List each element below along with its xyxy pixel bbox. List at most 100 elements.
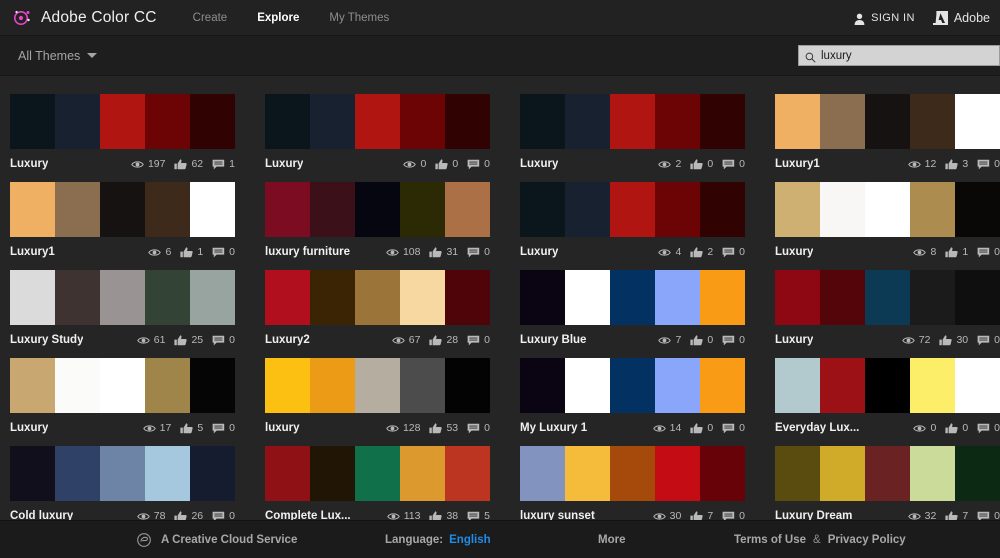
color-swatch[interactable]: [700, 182, 745, 237]
color-swatch[interactable]: [910, 94, 955, 149]
color-swatch[interactable]: [820, 358, 865, 413]
color-swatch[interactable]: [520, 358, 565, 413]
color-swatch[interactable]: [520, 182, 565, 237]
theme-card[interactable]: Luxury1 6 1 0: [0, 172, 255, 260]
color-swatch[interactable]: [655, 270, 700, 325]
color-swatches[interactable]: [520, 446, 745, 501]
theme-card[interactable]: Luxury 8 1 0: [765, 172, 1000, 260]
color-swatch[interactable]: [10, 270, 55, 325]
color-swatch[interactable]: [145, 94, 190, 149]
nav-item-explore[interactable]: Explore: [257, 12, 299, 24]
more-link[interactable]: More: [598, 534, 625, 546]
color-swatch[interactable]: [445, 446, 490, 501]
color-swatch[interactable]: [10, 446, 55, 501]
color-swatches[interactable]: [265, 270, 490, 325]
color-swatch[interactable]: [190, 446, 235, 501]
color-swatch[interactable]: [910, 446, 955, 501]
color-swatch[interactable]: [190, 182, 235, 237]
theme-card[interactable]: Everyday Lux... 0 0 0: [765, 348, 1000, 436]
theme-card[interactable]: Luxury 17 5 0: [0, 348, 255, 436]
color-swatch[interactable]: [400, 270, 445, 325]
color-swatch[interactable]: [520, 94, 565, 149]
language-value[interactable]: English: [449, 534, 491, 546]
color-swatches[interactable]: [10, 182, 235, 237]
color-swatch[interactable]: [100, 446, 145, 501]
color-swatch[interactable]: [775, 446, 820, 501]
color-swatch[interactable]: [820, 182, 865, 237]
color-swatch[interactable]: [865, 94, 910, 149]
theme-card[interactable]: Luxury 4 2 0: [510, 172, 765, 260]
color-swatches[interactable]: [10, 94, 235, 149]
color-swatch[interactable]: [10, 182, 55, 237]
color-swatch[interactable]: [955, 358, 1000, 413]
theme-card[interactable]: Luxury Study 61 25 0: [0, 260, 255, 348]
color-swatches[interactable]: [265, 182, 490, 237]
theme-card[interactable]: luxury sunset 30 7 0: [510, 436, 765, 524]
theme-card[interactable]: Luxury 0 0 0: [255, 84, 510, 172]
terms-of-use-link[interactable]: Terms of Use: [734, 534, 806, 546]
theme-card[interactable]: Luxury Dream 32 7 0: [765, 436, 1000, 524]
color-swatch[interactable]: [655, 358, 700, 413]
color-swatch[interactable]: [55, 270, 100, 325]
color-swatch[interactable]: [190, 358, 235, 413]
theme-card[interactable]: Complete Lux... 113 38 5: [255, 436, 510, 524]
color-swatches[interactable]: [775, 270, 1000, 325]
color-swatch[interactable]: [565, 182, 610, 237]
color-swatch[interactable]: [100, 182, 145, 237]
color-swatch[interactable]: [775, 94, 820, 149]
theme-card[interactable]: luxury 128 53 0: [255, 348, 510, 436]
theme-card[interactable]: Luxury 2 0 0: [510, 84, 765, 172]
color-swatch[interactable]: [520, 446, 565, 501]
color-swatch[interactable]: [55, 94, 100, 149]
color-swatch[interactable]: [655, 446, 700, 501]
color-swatch[interactable]: [400, 182, 445, 237]
color-swatch[interactable]: [775, 182, 820, 237]
color-swatch[interactable]: [355, 182, 400, 237]
color-swatch[interactable]: [145, 446, 190, 501]
color-swatch[interactable]: [145, 182, 190, 237]
color-swatch[interactable]: [610, 182, 655, 237]
color-swatch[interactable]: [610, 94, 655, 149]
theme-card[interactable]: Luxury 197 62 1: [0, 84, 255, 172]
color-swatch[interactable]: [145, 270, 190, 325]
color-swatch[interactable]: [955, 94, 1000, 149]
theme-card[interactable]: Luxury2 67 28 0: [255, 260, 510, 348]
color-swatch[interactable]: [655, 94, 700, 149]
color-swatch[interactable]: [700, 358, 745, 413]
adobe-link[interactable]: Adobe: [932, 10, 990, 25]
color-swatch[interactable]: [145, 358, 190, 413]
color-swatch[interactable]: [355, 358, 400, 413]
color-swatches[interactable]: [10, 270, 235, 325]
color-swatches[interactable]: [265, 94, 490, 149]
color-swatch[interactable]: [655, 182, 700, 237]
color-swatch[interactable]: [310, 358, 355, 413]
color-swatch[interactable]: [700, 94, 745, 149]
color-swatch[interactable]: [910, 182, 955, 237]
color-swatches[interactable]: [520, 358, 745, 413]
search-input[interactable]: [821, 49, 993, 62]
color-swatch[interactable]: [955, 446, 1000, 501]
color-swatch[interactable]: [610, 358, 655, 413]
color-swatch[interactable]: [355, 270, 400, 325]
color-swatch[interactable]: [190, 270, 235, 325]
color-swatches[interactable]: [520, 182, 745, 237]
color-swatch[interactable]: [55, 358, 100, 413]
color-swatch[interactable]: [400, 446, 445, 501]
color-swatches[interactable]: [265, 358, 490, 413]
color-swatch[interactable]: [310, 270, 355, 325]
color-swatch[interactable]: [955, 182, 1000, 237]
color-swatch[interactable]: [700, 446, 745, 501]
color-swatches[interactable]: [10, 358, 235, 413]
theme-card[interactable]: Luxury1 12 3 0: [765, 84, 1000, 172]
color-swatch[interactable]: [400, 358, 445, 413]
color-swatch[interactable]: [265, 270, 310, 325]
all-themes-dropdown[interactable]: All Themes: [18, 49, 98, 63]
color-swatches[interactable]: [520, 270, 745, 325]
color-swatches[interactable]: [775, 94, 1000, 149]
search-box[interactable]: [798, 45, 1000, 66]
color-swatch[interactable]: [865, 358, 910, 413]
color-swatch[interactable]: [520, 270, 565, 325]
color-swatch[interactable]: [355, 446, 400, 501]
color-swatch[interactable]: [55, 446, 100, 501]
color-swatch[interactable]: [820, 446, 865, 501]
